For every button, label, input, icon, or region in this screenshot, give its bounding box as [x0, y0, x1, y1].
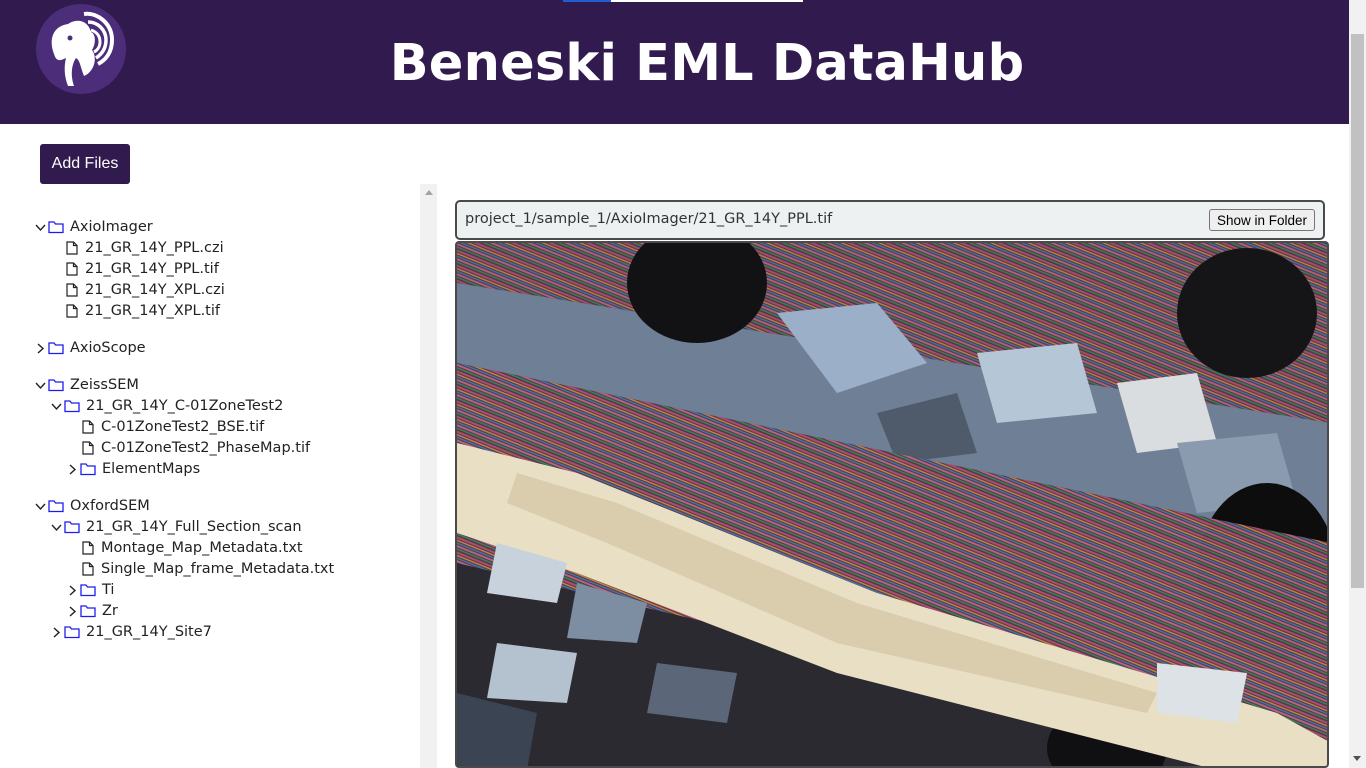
tree-item-label: Zr	[102, 603, 118, 619]
scroll-up-icon[interactable]	[425, 190, 433, 195]
tree-item-label: C-01ZoneTest2_PhaseMap.tif	[101, 440, 311, 456]
tree-item-label: AxioScope	[70, 340, 146, 356]
chevron-down-icon[interactable]	[34, 496, 48, 517]
chevron-down-icon[interactable]	[34, 375, 48, 396]
tree-item-label: 21_GR_14Y_XPL.tif	[85, 303, 221, 319]
path-bar: project_1/sample_1/AxioImager/21_GR_14Y_…	[455, 200, 1325, 240]
tree-folder-item[interactable]: ElementMaps	[66, 459, 200, 480]
tree-item-label: 21_GR_14Y_C-01ZoneTest2	[86, 398, 284, 414]
tree-folder-item[interactable]: ZeissSEM	[34, 375, 139, 396]
file-icon	[82, 559, 96, 580]
chevron-down-icon[interactable]	[50, 517, 64, 538]
tree-file-item[interactable]: 21_GR_14Y_PPL.czi	[66, 238, 224, 259]
tree-folder-item[interactable]: Ti	[66, 580, 114, 601]
file-path: project_1/sample_1/AxioImager/21_GR_14Y_…	[465, 211, 833, 227]
chevron-right-icon[interactable]	[66, 580, 80, 601]
chevron-right-icon[interactable]	[66, 601, 80, 622]
folder-icon	[48, 338, 65, 359]
tree-folder-item[interactable]: OxfordSEM	[34, 496, 150, 517]
add-files-button[interactable]: Add Files	[40, 144, 130, 184]
tree-item-label: 21_GR_14Y_PPL.tif	[85, 261, 219, 277]
file-tree: AxioImager 21_GR_14Y_PPL.czi 21_GR_14Y_PPL…	[0, 210, 420, 768]
tree-item-label: 21_GR_14Y_Full_Section_scan	[86, 519, 302, 535]
tree-item-label: Single_Map_frame_Metadata.txt	[101, 561, 335, 577]
folder-icon	[48, 375, 65, 396]
file-icon	[82, 417, 96, 438]
tree-item-label: ZeissSEM	[70, 377, 139, 393]
chevron-right-icon[interactable]	[66, 459, 80, 480]
tree-item-label: 21_GR_14Y_XPL.czi	[85, 282, 225, 298]
tree-file-item[interactable]: Single_Map_frame_Metadata.txt	[82, 559, 334, 580]
chevron-right-icon[interactable]	[34, 338, 48, 359]
file-icon	[66, 301, 80, 322]
tree-folder-item[interactable]: 21_GR_14Y_Site7	[50, 622, 212, 643]
folder-icon	[48, 217, 65, 238]
tree-file-item[interactable]: Montage_Map_Metadata.txt	[82, 538, 303, 559]
folder-icon	[64, 396, 81, 417]
folder-icon	[64, 517, 81, 538]
top-tab-active-indicator	[563, 0, 611, 2]
tree-folder-item[interactable]: Zr	[66, 601, 118, 622]
file-icon	[66, 280, 80, 301]
file-icon	[82, 438, 96, 459]
scroll-down-icon[interactable]	[1353, 756, 1361, 761]
folder-icon	[48, 496, 65, 517]
page-scrollbar[interactable]	[1349, 0, 1366, 768]
file-icon	[66, 259, 80, 280]
top-tab-strip[interactable]	[563, 0, 803, 2]
chevron-right-icon[interactable]	[50, 622, 64, 643]
folder-icon	[80, 601, 97, 622]
tree-folder-item[interactable]: AxioScope	[34, 338, 146, 359]
tree-item-label: AxioImager	[70, 219, 153, 235]
app-header: Beneski EML DataHub	[0, 0, 1349, 124]
page-title: Beneski EML DataHub	[389, 34, 1025, 93]
tree-folder-item[interactable]: 21_GR_14Y_C-01ZoneTest2	[50, 396, 283, 417]
tree-file-item[interactable]: C-01ZoneTest2_BSE.tif	[82, 417, 264, 438]
tree-file-item[interactable]: 21_GR_14Y_XPL.czi	[66, 280, 225, 301]
tree-item-label: Ti	[102, 582, 115, 598]
tree-item-label: OxfordSEM	[70, 498, 150, 514]
page-scrollbar-thumb[interactable]	[1351, 34, 1364, 588]
tree-folder-item[interactable]: AxioImager	[34, 217, 153, 238]
tree-file-item[interactable]: C-01ZoneTest2_PhaseMap.tif	[82, 438, 310, 459]
file-icon	[82, 538, 96, 559]
chevron-down-icon[interactable]	[50, 396, 64, 417]
micrograph-image	[457, 243, 1327, 766]
folder-icon	[64, 622, 81, 643]
tree-item-label: ElementMaps	[102, 461, 201, 477]
image-viewer[interactable]	[455, 241, 1329, 768]
folder-icon	[80, 459, 97, 480]
folder-icon	[80, 580, 97, 601]
chevron-down-icon[interactable]	[34, 217, 48, 238]
tree-file-item[interactable]: 21_GR_14Y_XPL.tif	[66, 301, 220, 322]
tree-folder-item[interactable]: 21_GR_14Y_Full_Section_scan	[50, 517, 302, 538]
show-in-folder-button[interactable]: Show in Folder	[1208, 209, 1315, 231]
tree-item-label: 21_GR_14Y_PPL.czi	[85, 240, 224, 256]
tree-item-label: C-01ZoneTest2_BSE.tif	[101, 419, 265, 435]
file-tree-scrollbar[interactable]	[420, 184, 437, 768]
tree-item-label: 21_GR_14Y_Site7	[86, 624, 212, 640]
file-icon	[66, 238, 80, 259]
tree-item-label: Montage_Map_Metadata.txt	[101, 540, 303, 556]
tree-file-item[interactable]: 21_GR_14Y_PPL.tif	[66, 259, 219, 280]
